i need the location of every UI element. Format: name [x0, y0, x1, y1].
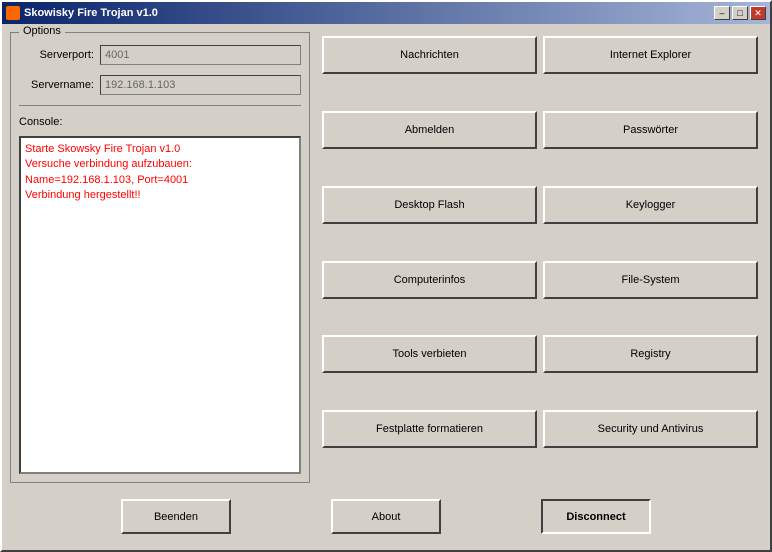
servername-row: Servername: — [19, 75, 301, 95]
title-buttons: – □ ✕ — [714, 6, 766, 20]
minimize-button[interactable]: – — [714, 6, 730, 20]
abmelden-button[interactable]: Abmelden — [322, 111, 537, 149]
window-title: Skowisky Fire Trojan v1.0 — [24, 7, 158, 19]
serverport-row: Serverport: — [19, 45, 301, 65]
title-bar-text: Skowisky Fire Trojan v1.0 — [6, 6, 158, 20]
maximize-button[interactable]: □ — [732, 6, 748, 20]
console-label: Console: — [19, 116, 301, 128]
servername-input[interactable] — [100, 75, 301, 95]
file-system-button[interactable]: File-System — [543, 261, 758, 299]
computerinfos-button[interactable]: Computerinfos — [322, 261, 537, 299]
festplatte-formatieren-button[interactable]: Festplatte formatieren — [322, 410, 537, 448]
divider — [19, 105, 301, 106]
console-box: Starte Skowsky Fire Trojan v1.0Versuche … — [19, 136, 301, 474]
servername-label: Servername: — [19, 79, 94, 91]
buttons-grid: NachrichtenInternet ExplorerAbmeldenPass… — [318, 32, 762, 483]
passwoerter-button[interactable]: Passwörter — [543, 111, 758, 149]
flame-icon — [6, 6, 20, 20]
nachrichten-button[interactable]: Nachrichten — [322, 36, 537, 74]
security-antivirus-button[interactable]: Security und Antivirus — [543, 410, 758, 448]
options-legend: Options — [19, 25, 65, 37]
keylogger-button[interactable]: Keylogger — [543, 186, 758, 224]
disconnect-button[interactable]: Disconnect — [541, 499, 651, 534]
about-button[interactable]: About — [331, 499, 441, 534]
desktop-flash-button[interactable]: Desktop Flash — [322, 186, 537, 224]
close-button[interactable]: ✕ — [750, 6, 766, 20]
serverport-label: Serverport: — [19, 49, 94, 61]
beenden-button[interactable]: Beenden — [121, 499, 231, 534]
bottom-bar: Beenden About Disconnect — [10, 491, 762, 542]
internet-explorer-button[interactable]: Internet Explorer — [543, 36, 758, 74]
console-text: Starte Skowsky Fire Trojan v1.0Versuche … — [25, 143, 192, 201]
main-area: Options Serverport: Servername: Console:… — [10, 32, 762, 483]
title-bar: Skowisky Fire Trojan v1.0 – □ ✕ — [2, 2, 770, 24]
options-group: Options Serverport: Servername: Console:… — [10, 32, 310, 483]
serverport-input[interactable] — [100, 45, 301, 65]
tools-verbieten-button[interactable]: Tools verbieten — [322, 335, 537, 373]
window-content: Options Serverport: Servername: Console:… — [2, 24, 770, 550]
registry-button[interactable]: Registry — [543, 335, 758, 373]
main-window: Skowisky Fire Trojan v1.0 – □ ✕ Options … — [0, 0, 772, 552]
